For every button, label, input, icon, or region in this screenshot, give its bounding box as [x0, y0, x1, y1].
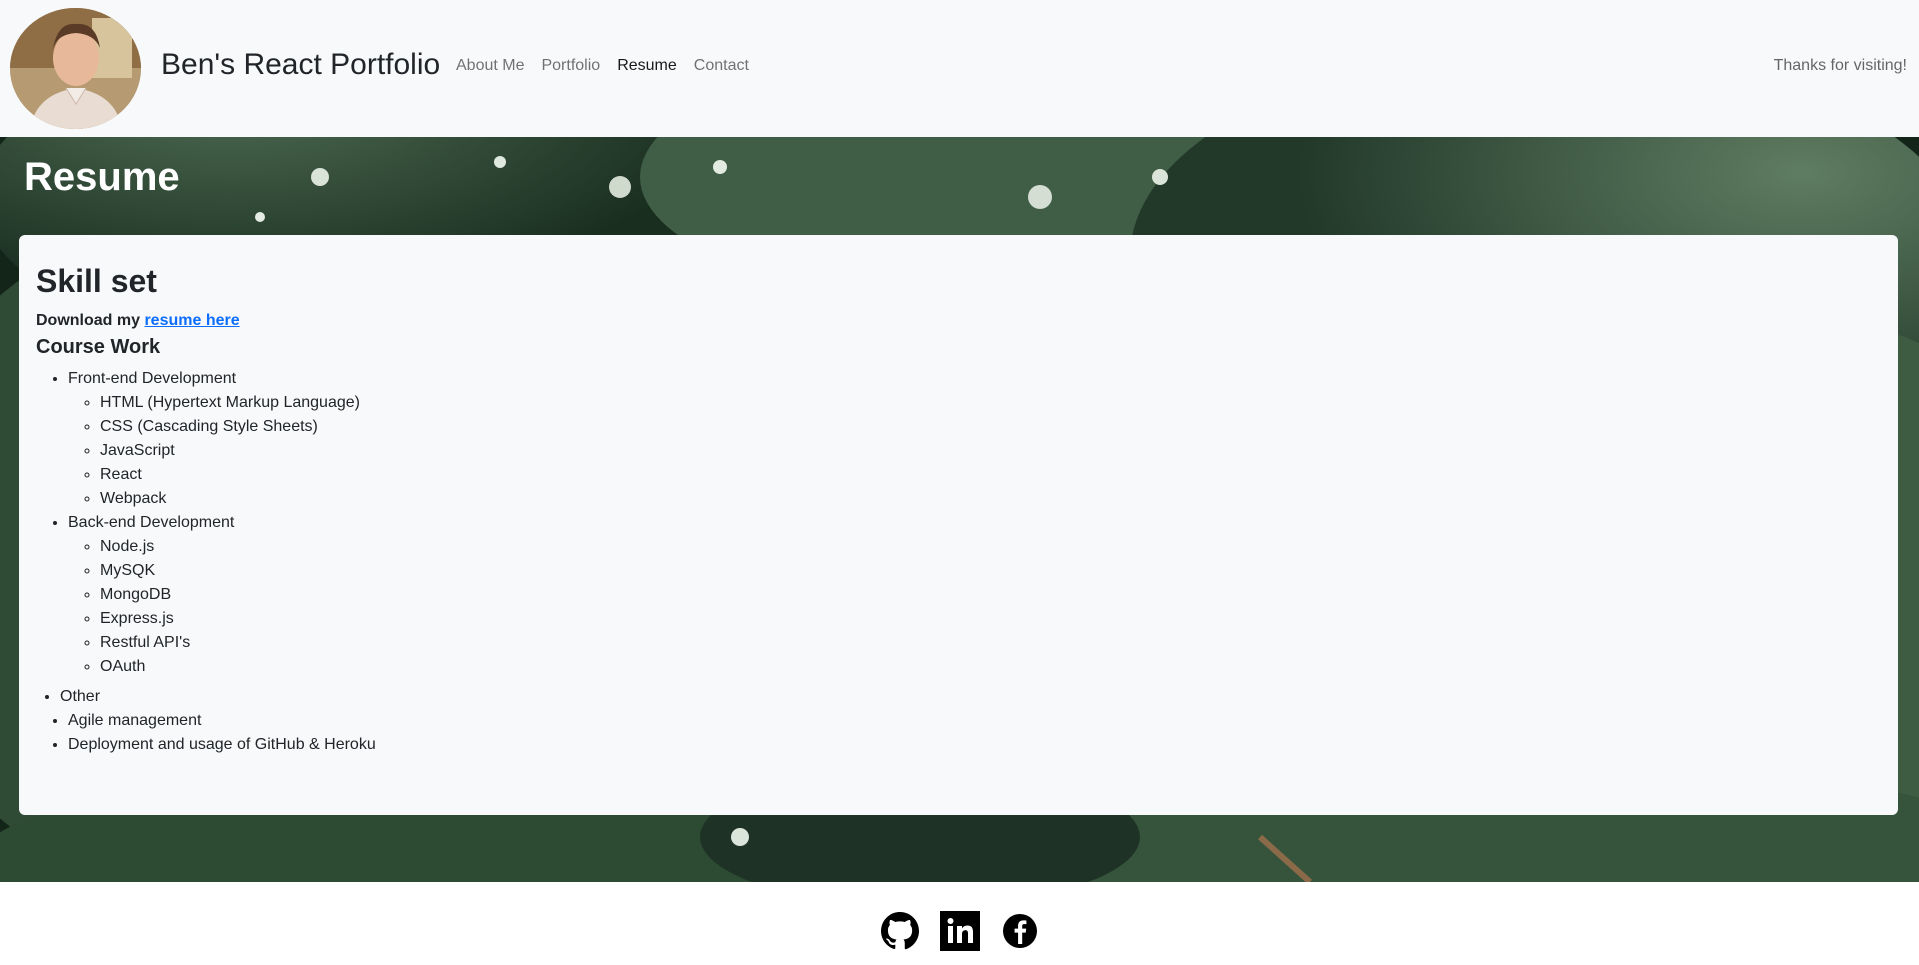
nav-link-contact[interactable]: Contact	[694, 57, 749, 75]
list-item: HTML (Hypertext Markup Language)	[100, 391, 1881, 415]
skill-set-title: Skill set	[36, 263, 157, 299]
frontend-label: Front-end Development	[68, 370, 237, 387]
list-item: MySQK	[100, 559, 1881, 583]
list-item: Agile management	[68, 709, 1881, 733]
download-prefix: Download my	[36, 312, 145, 329]
nav-link-resume[interactable]: Resume	[617, 57, 677, 75]
page-title: Resume	[24, 155, 180, 199]
coursework-title: Course Work	[36, 336, 161, 358]
list-item: Back-end Development Node.js MySQK Mongo…	[68, 511, 1881, 679]
backend-label: Back-end Development	[68, 514, 235, 531]
other-items-list: Agile management Deployment and usage of…	[36, 709, 1881, 757]
other-label: Other	[60, 688, 101, 705]
list-item: Restful API's	[100, 631, 1881, 655]
other-list: Other	[36, 685, 1881, 709]
facebook-icon[interactable]	[1000, 911, 1040, 951]
footer	[0, 882, 1919, 965]
frontend-list: HTML (Hypertext Markup Language) CSS (Ca…	[68, 391, 1881, 511]
list-item: JavaScript	[100, 439, 1881, 463]
brand-title[interactable]: Ben's React Portfolio	[161, 48, 440, 82]
github-icon[interactable]	[880, 911, 920, 951]
list-item: Node.js	[100, 535, 1881, 559]
nav-link-portfolio[interactable]: Portfolio	[541, 57, 600, 75]
list-item: OAuth	[100, 655, 1881, 679]
list-item: MongoDB	[100, 583, 1881, 607]
list-item: Other	[60, 685, 1881, 709]
hero-section: Resume Skill set Download my resume here…	[0, 137, 1919, 882]
backend-list: Node.js MySQK MongoDB Express.js Restful…	[68, 535, 1881, 679]
download-line: Download my resume here	[36, 312, 1881, 330]
list-item: CSS (Cascading Style Sheets)	[100, 415, 1881, 439]
navbar: Ben's React Portfolio About Me Portfolio…	[0, 0, 1919, 137]
list-item: Front-end Development HTML (Hypertext Ma…	[68, 367, 1881, 511]
list-item: Express.js	[100, 607, 1881, 631]
avatar	[10, 8, 141, 129]
coursework-list: Front-end Development HTML (Hypertext Ma…	[36, 367, 1881, 679]
nav-link-about-me[interactable]: About Me	[456, 57, 524, 75]
resume-download-link[interactable]: resume here	[144, 312, 239, 329]
navbar-greeting: Thanks for visiting!	[1773, 57, 1907, 74]
linkedin-icon[interactable]	[939, 911, 980, 951]
list-item: Deployment and usage of GitHub & Heroku	[68, 733, 1881, 757]
nav-links: About Me Portfolio Resume Contact	[456, 57, 766, 75]
list-item: Webpack	[100, 487, 1881, 511]
list-item: React	[100, 463, 1881, 487]
resume-card: Skill set Download my resume here Course…	[19, 235, 1898, 815]
